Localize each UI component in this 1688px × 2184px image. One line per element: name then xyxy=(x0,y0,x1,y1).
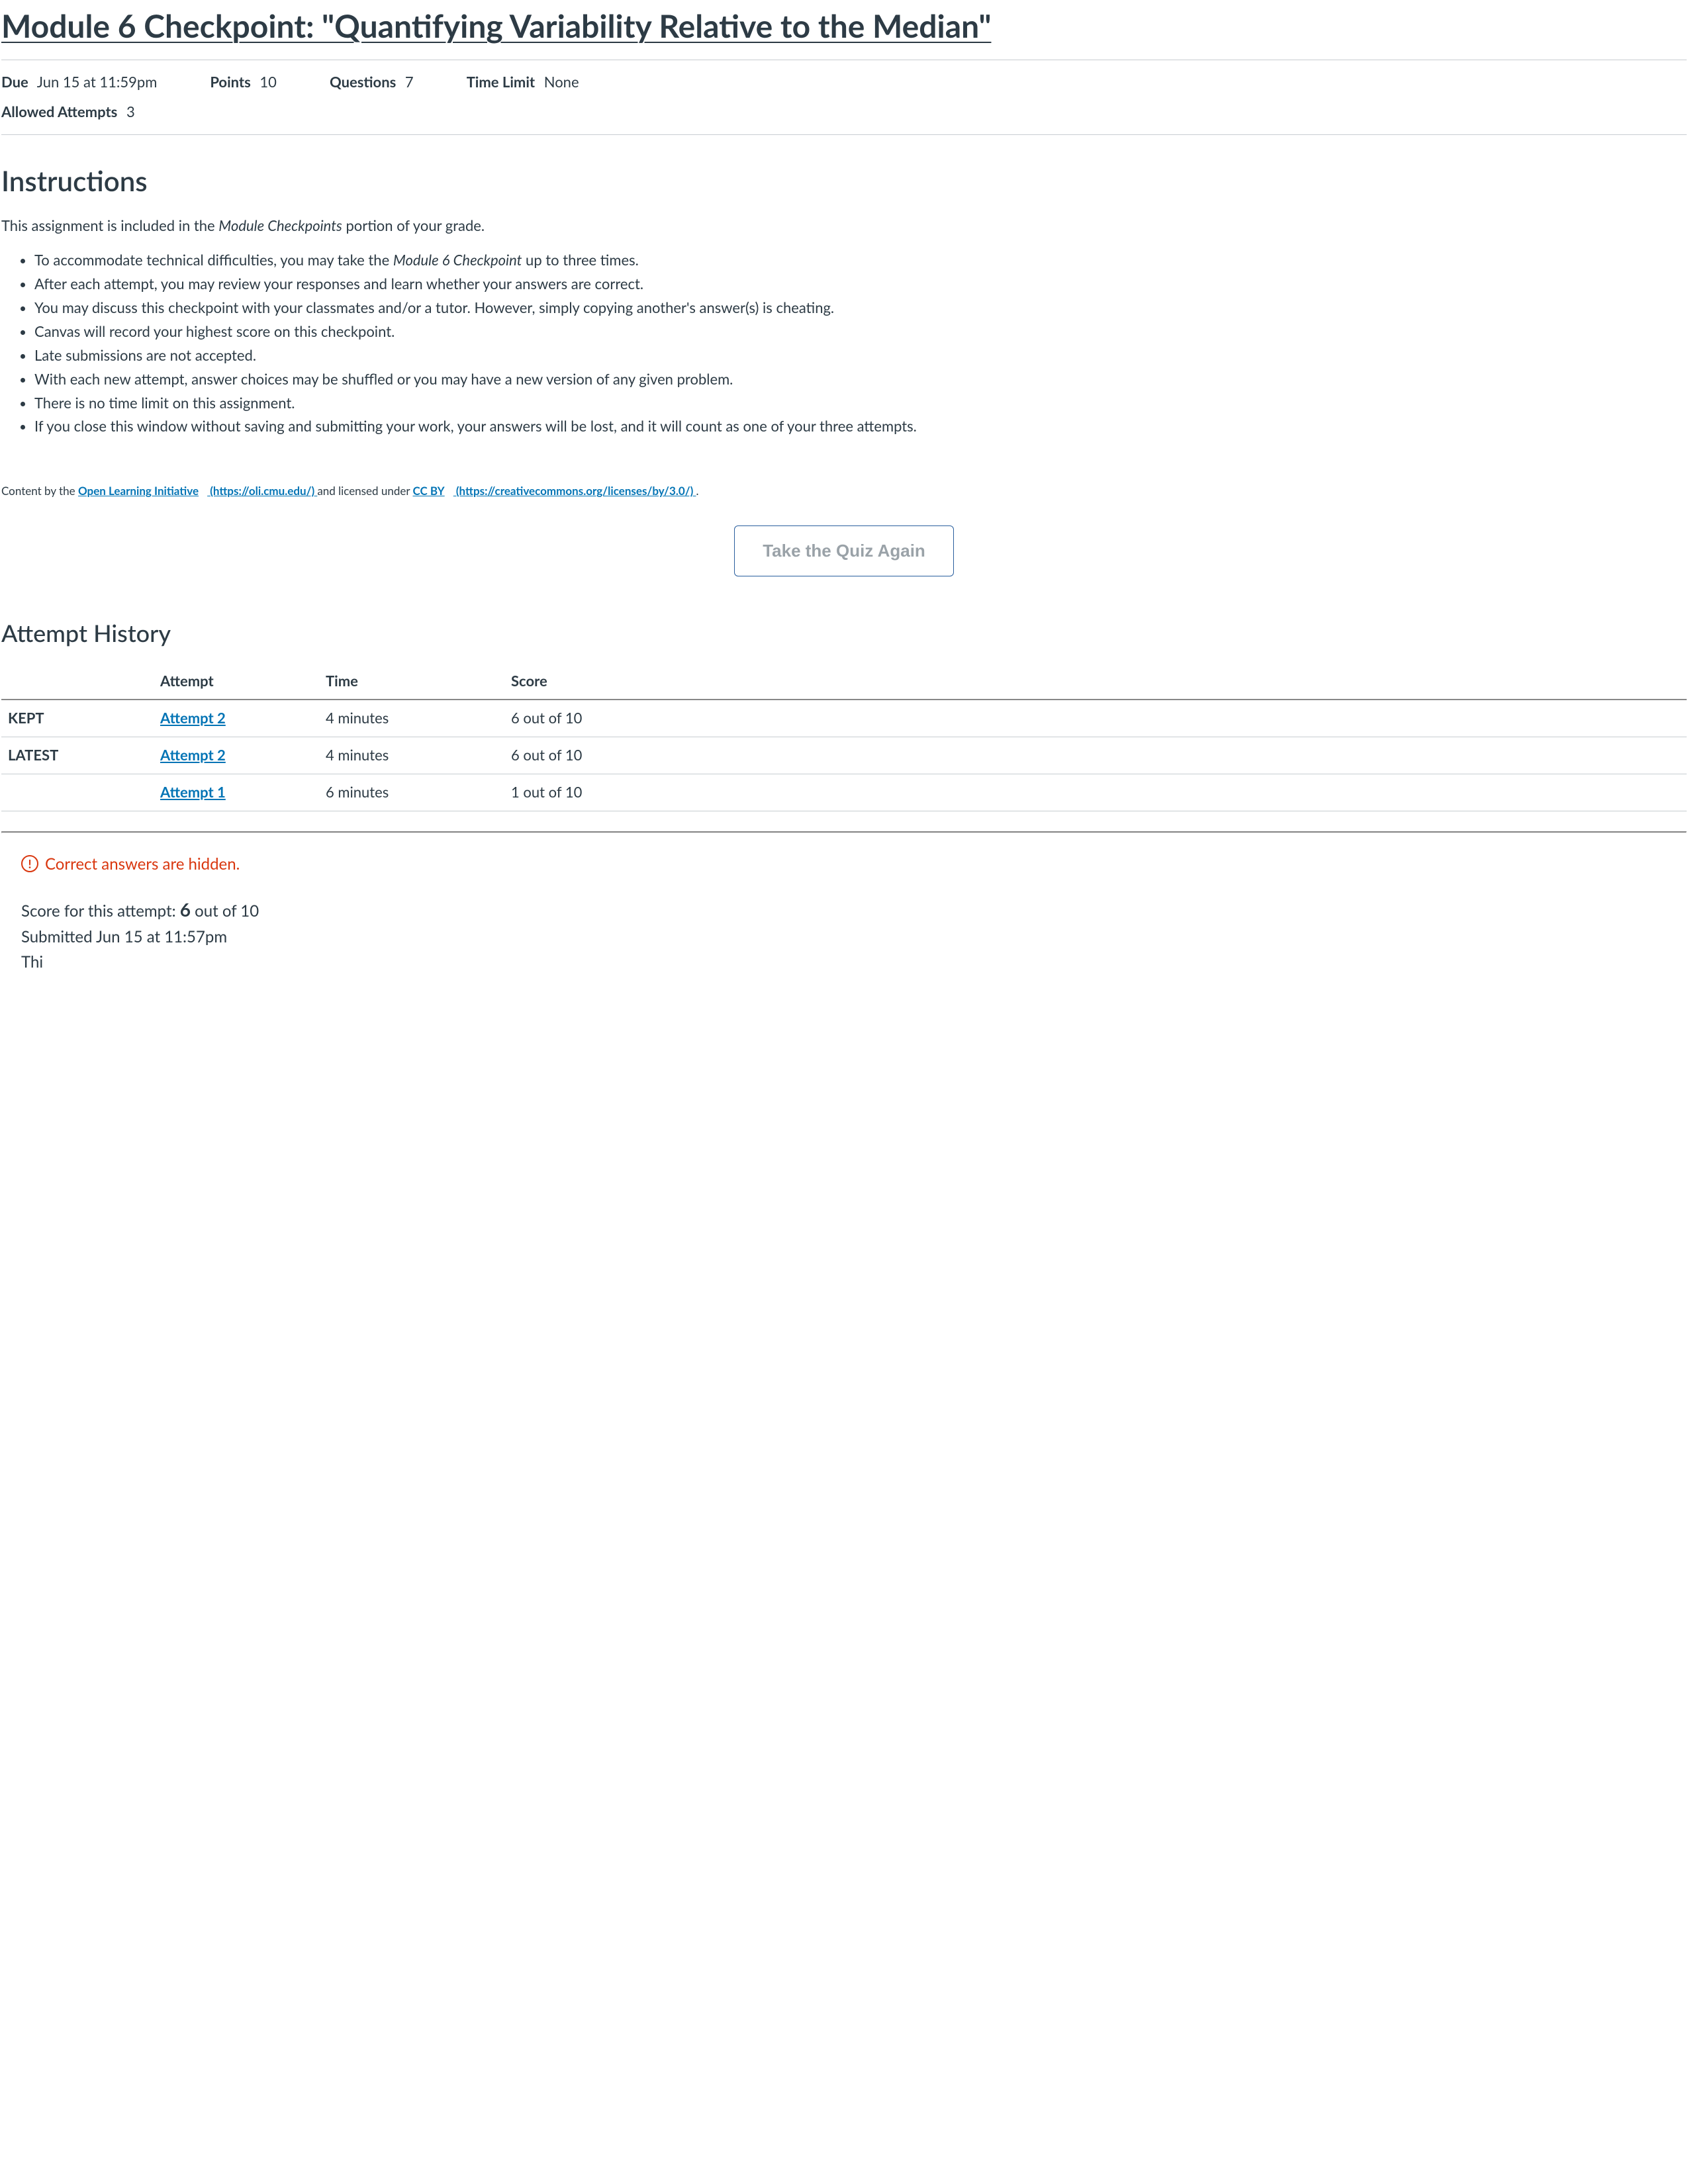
table-row: LATEST Attempt 2 4 minutes 6 out of 10 xyxy=(1,737,1687,774)
hidden-answers-banner: ! Correct answers are hidden. xyxy=(21,853,1687,876)
col-header-attempt: Attempt xyxy=(154,663,319,700)
score-line: Score for this attempt: 6 out of 10 xyxy=(21,895,1687,925)
meta-allowed-attempts-label: Allowed Attempts xyxy=(1,103,117,120)
list-item: Canvas will record your highest score on… xyxy=(34,321,1687,342)
list-item: After each attempt, you may review your … xyxy=(34,273,1687,295)
instructions-intro-pre: This assignment is included in the xyxy=(1,216,218,234)
list-item: If you close this window without saving … xyxy=(34,416,1687,437)
meta-points: Points 10 xyxy=(210,72,277,93)
list-item: There is no time limit on this assignmen… xyxy=(34,392,1687,414)
list-item: Late submissions are not accepted. xyxy=(34,345,1687,366)
meta-due-value: Jun 15 at 11:59pm xyxy=(37,73,158,91)
score-line-pre: Score for this attempt: xyxy=(21,901,180,921)
ccby-url-link[interactable]: (https://creativecommons.org/licenses/by… xyxy=(453,484,696,498)
row-tag: LATEST xyxy=(1,737,154,774)
attribution-suffix: . xyxy=(696,484,698,498)
divider xyxy=(1,831,1687,833)
list-item-text-post: up to three times. xyxy=(522,251,638,269)
col-header-time: Time xyxy=(319,663,504,700)
oli-url-link[interactable]: (https://oli.cmu.edu/) xyxy=(207,484,317,498)
hidden-answers-text: Correct answers are hidden. xyxy=(45,853,240,876)
meta-points-label: Points xyxy=(210,73,250,91)
row-tag: KEPT xyxy=(1,700,154,737)
row-time: 4 minutes xyxy=(319,700,504,737)
row-score: 1 out of 10 xyxy=(504,774,1687,811)
truncated-line: Thi xyxy=(21,950,1687,975)
instructions-intro-post: portion of your grade. xyxy=(342,216,485,234)
ccby-link[interactable]: CC BY xyxy=(413,484,445,498)
list-item-text-em: Module 6 Checkpoint xyxy=(393,251,522,269)
page-title: Module 6 Checkpoint: "Quantifying Variab… xyxy=(1,7,1687,46)
row-score: 6 out of 10 xyxy=(504,737,1687,774)
row-time: 6 minutes xyxy=(319,774,504,811)
list-item: You may discuss this checkpoint with you… xyxy=(34,297,1687,318)
attribution-mid: and licensed under xyxy=(317,484,412,498)
attribution-prefix: Content by the xyxy=(1,484,78,498)
oli-link[interactable]: Open Learning Initiative xyxy=(78,484,199,498)
score-line-post: out of 10 xyxy=(191,901,259,921)
take-quiz-again-button[interactable]: Take the Quiz Again xyxy=(734,525,954,576)
instructions-intro: This assignment is included in the Modul… xyxy=(1,216,1687,236)
instructions-intro-em: Module Checkpoints xyxy=(218,216,342,234)
meta-time-limit-label: Time Limit xyxy=(467,73,535,91)
meta-time-limit-value: None xyxy=(544,73,579,91)
instructions-list: To accommodate technical difficulties, y… xyxy=(1,250,1687,437)
meta-time-limit: Time Limit None xyxy=(467,72,579,93)
submitted-line: Submitted Jun 15 at 11:57pm xyxy=(21,925,1687,950)
score-line-value: 6 xyxy=(180,898,191,921)
meta-allowed-attempts-value: 3 xyxy=(126,103,135,120)
warning-icon: ! xyxy=(21,855,38,872)
meta-due: Due Jun 15 at 11:59pm xyxy=(1,72,157,93)
list-item-text-pre: To accommodate technical difficulties, y… xyxy=(34,251,393,269)
meta-allowed-attempts: Allowed Attempts 3 xyxy=(1,102,135,122)
attribution: Content by the Open Learning Initiative … xyxy=(1,483,1687,499)
meta-points-value: 10 xyxy=(259,73,277,91)
col-header-score: Score xyxy=(504,663,1687,700)
row-tag xyxy=(1,774,154,811)
list-item: To accommodate technical difficulties, y… xyxy=(34,250,1687,271)
meta-questions: Questions 7 xyxy=(330,72,414,93)
meta-due-label: Due xyxy=(1,73,28,91)
attempt-link[interactable]: Attempt 1 xyxy=(160,783,226,801)
row-score: 6 out of 10 xyxy=(504,700,1687,737)
table-row: Attempt 1 6 minutes 1 out of 10 xyxy=(1,774,1687,811)
meta-questions-value: 7 xyxy=(405,73,414,91)
attempt-link[interactable]: Attempt 2 xyxy=(160,746,226,764)
quiz-meta: Due Jun 15 at 11:59pm Points 10 Question… xyxy=(1,60,1687,135)
meta-questions-label: Questions xyxy=(330,73,396,91)
col-header-tag xyxy=(1,663,154,700)
table-row: KEPT Attempt 2 4 minutes 6 out of 10 xyxy=(1,700,1687,737)
score-summary: Score for this attempt: 6 out of 10 Subm… xyxy=(21,895,1687,976)
instructions-heading: Instructions xyxy=(1,161,1687,201)
attempt-link[interactable]: Attempt 2 xyxy=(160,709,226,727)
attempt-history-table: Attempt Time Score KEPT Attempt 2 4 minu… xyxy=(1,663,1687,811)
list-item: With each new attempt, answer choices ma… xyxy=(34,369,1687,390)
row-time: 4 minutes xyxy=(319,737,504,774)
attempt-history-heading: Attempt History xyxy=(1,616,1687,649)
